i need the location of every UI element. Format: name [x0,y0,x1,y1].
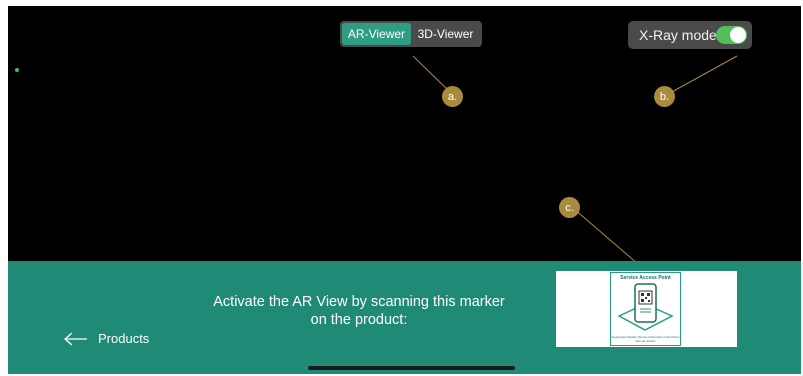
xray-mode-toggle[interactable] [716,26,747,44]
callout-line-b [669,55,738,94]
xray-mode-label: X-Ray mode [639,27,717,43]
ar-viewer-tab[interactable]: AR-Viewer [342,23,411,45]
bottom-panel: Activate the AR View by scanning this ma… [8,261,801,374]
xray-mode-control: X-Ray mode [628,21,752,49]
arrow-left-icon [64,332,87,345]
callout-a: a. [442,86,463,107]
callout-line-c [572,207,639,265]
home-indicator [308,366,515,370]
callout-c: c. [559,197,580,218]
ar-marker-image: Service Access Point Augmented Reality S… [556,271,737,347]
ar-camera-view: AR-Viewer 3D-Viewer X-Ray mode a. b. c. … [8,6,801,374]
marker-card: Service Access Point Augmented Reality S… [610,272,681,346]
tracking-dot [15,68,19,72]
instruction-line-2: on the product: [310,312,408,328]
back-to-products-button[interactable]: Products [64,331,149,346]
scan-instruction: Activate the AR View by scanning this ma… [178,293,540,329]
marker-title: Service Access Point [620,275,671,281]
marker-footer: Augmented Reality Service Information In… [611,335,680,343]
3d-viewer-tab[interactable]: 3D-Viewer [411,23,480,45]
phone-qr-icon [617,283,674,331]
callout-b: b. [654,86,675,107]
instruction-line-1: Activate the AR View by scanning this ma… [213,294,505,310]
viewer-mode-switch: AR-Viewer 3D-Viewer [340,21,482,47]
toggle-knob [730,27,746,43]
back-label: Products [98,331,150,346]
